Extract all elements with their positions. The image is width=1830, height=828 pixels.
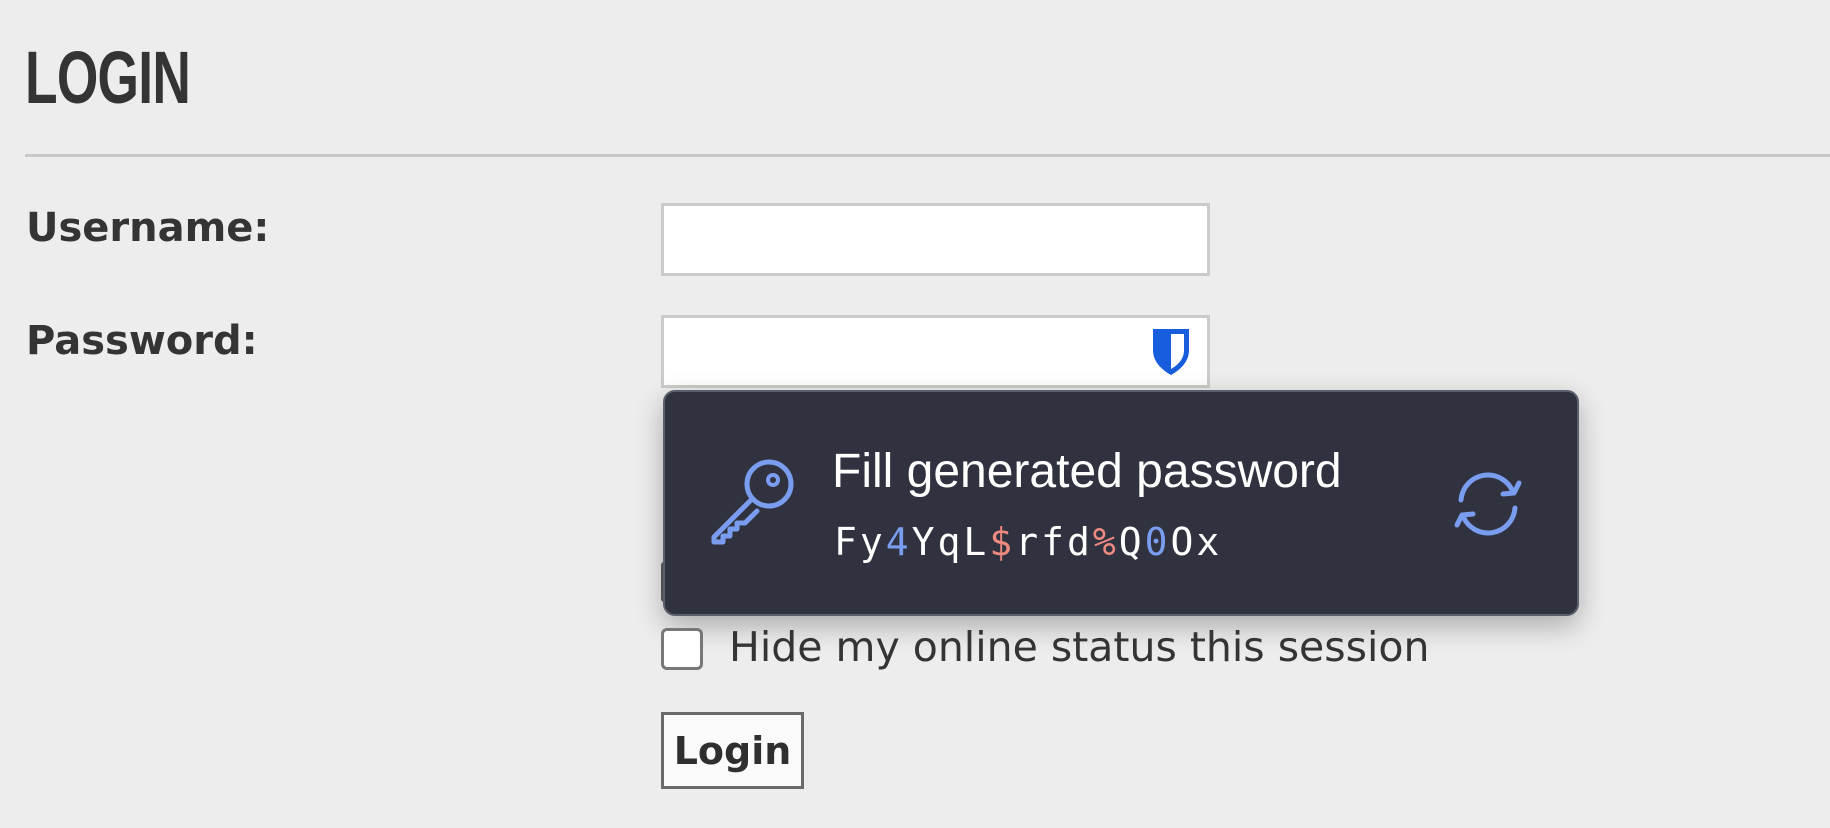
- password-segment: Ox: [1170, 520, 1223, 564]
- password-segment: Q: [1118, 520, 1145, 564]
- password-label: Password:: [26, 318, 258, 364]
- hide-status-label[interactable]: Hide my online status this session: [729, 622, 1429, 672]
- autofill-popup[interactable]: Fill generated password Fy4YqL$rfd%Q0Ox: [663, 390, 1579, 616]
- password-segment-symbol: $: [989, 520, 1016, 564]
- fill-password-title[interactable]: Fill generated password: [832, 444, 1342, 500]
- title-divider: [25, 154, 1830, 157]
- refresh-icon[interactable]: [1451, 470, 1525, 538]
- page-title: LOGIN: [25, 36, 191, 119]
- bitwarden-shield-icon[interactable]: [1150, 326, 1192, 378]
- password-segment: rfd: [1015, 520, 1093, 564]
- generated-password: Fy4YqL$rfd%Q0Ox: [834, 518, 1222, 566]
- username-input[interactable]: [661, 203, 1210, 276]
- key-icon: [711, 459, 794, 545]
- password-segment: Fy: [834, 520, 886, 564]
- username-label: Username:: [26, 205, 270, 251]
- password-input[interactable]: [661, 315, 1210, 388]
- password-segment-number: 4: [885, 520, 912, 564]
- password-segment: YqL: [911, 520, 990, 564]
- password-segment-symbol: %: [1092, 520, 1119, 564]
- password-segment-number: 0: [1144, 520, 1171, 564]
- hide-status-checkbox[interactable]: [661, 628, 703, 670]
- login-button[interactable]: Login: [661, 712, 804, 789]
